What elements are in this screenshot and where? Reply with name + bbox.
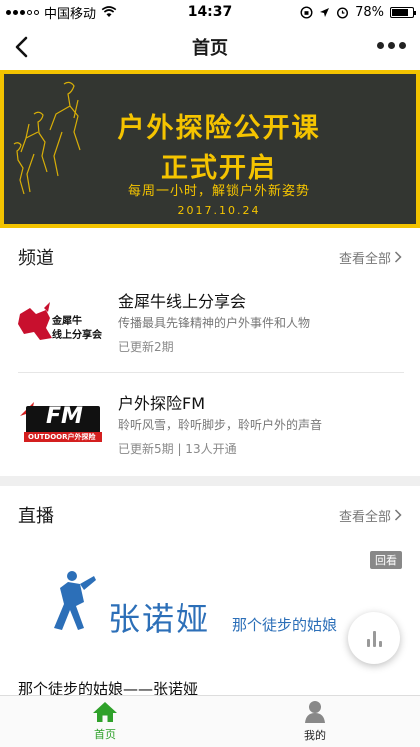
chevron-right-icon (394, 251, 402, 263)
view-all-label: 查看全部 (338, 509, 391, 525)
battery-icon (390, 6, 416, 18)
home-icon (93, 702, 117, 722)
live-header: 直播 查看全部 (0, 492, 420, 538)
channel-name: 金犀牛线上分享会 (118, 292, 247, 311)
section-divider (0, 476, 420, 486)
chevron-right-icon (394, 509, 402, 521)
page-title: 首页 (192, 38, 228, 59)
channel-logo-fm: FM OUTDOOR户外探险 (16, 392, 108, 452)
tab-mine-label: 我的 (304, 729, 326, 742)
user-icon (305, 701, 325, 723)
channel-item[interactable]: FM OUTDOOR户外探险 户外探险FM 聆听风雪，聆听脚步，聆听户外的声音 … (0, 378, 420, 468)
channels-title: 频道 (18, 248, 54, 269)
channel-description: 聆听风雪，聆听脚步，聆听户外的声音 (118, 418, 323, 432)
channels-header: 频道 查看全部 (0, 234, 420, 280)
live-banner-tag: 那个徒步的姑娘 (232, 616, 338, 634)
status-time: 14:37 (187, 4, 233, 20)
promo-banner[interactable]: 户外探险公开课 正式开启 每周一小时，解锁户外新姿势 2017.10.24 (0, 70, 420, 228)
banner-image: 户外探险公开课 正式开启 每周一小时，解锁户外新姿势 2017.10.24 (4, 74, 416, 224)
tab-home[interactable]: 首页 (0, 696, 210, 747)
rhino-logo-text-1: 金犀牛 (52, 316, 82, 327)
banner-tagline: 每周一小时，解锁户外新姿势 (127, 184, 310, 199)
channels-view-all-link[interactable]: 查看全部 (339, 248, 402, 267)
live-view-all-link[interactable]: 查看全部 (339, 506, 402, 525)
status-bar: 中国移动 14:37 78% (0, 0, 420, 24)
view-all-label: 查看全部 (338, 251, 391, 267)
channel-description: 传播最具先锋精神的户外事件和人物 (118, 316, 311, 330)
tab-bar: 首页 我的 (0, 695, 420, 747)
channel-meta: 已更新2期 (118, 340, 174, 354)
banner-title: 户外探险公开课 (117, 113, 321, 144)
fm-logo-subtext: OUTDOOR户外探险 (28, 433, 96, 441)
channel-name: 户外探险FM (118, 394, 206, 413)
audio-player-button[interactable] (348, 612, 400, 664)
rhino-logo-text-2: 线上分享会 (52, 330, 102, 341)
live-banner-name: 张诺娅 (108, 600, 211, 638)
tab-mine[interactable]: 我的 (210, 696, 420, 747)
back-arrow-icon[interactable] (10, 34, 36, 60)
channel-item[interactable]: 金犀牛 线上分享会 金犀牛线上分享会 传播最具先锋精神的户外事件和人物 已更新2… (0, 280, 420, 370)
nav-bar: 首页 (0, 24, 420, 70)
channel-meta: 已更新5期 | 13人开通 (118, 442, 237, 456)
tab-home-label: 首页 (94, 728, 116, 741)
row-divider (18, 372, 404, 373)
channel-logo-rhino: 金犀牛 线上分享会 (16, 294, 108, 354)
more-options-icon[interactable] (377, 42, 406, 49)
banner-date: 2017.10.24 (177, 204, 261, 217)
fm-logo-text: FM (46, 404, 83, 429)
live-title: 直播 (18, 506, 54, 527)
